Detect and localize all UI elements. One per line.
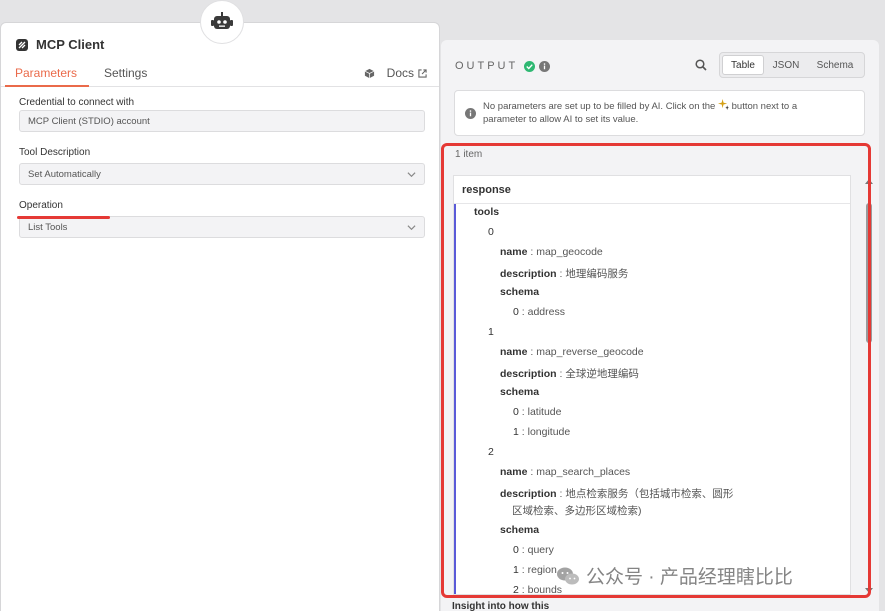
tree-row: schema [500,286,539,298]
tree-row: name : map_geocode [500,246,603,258]
notice-text-1: No parameters are set up to be filled by… [483,101,716,112]
operation-label: Operation [19,200,63,211]
mcp-node-icon [16,38,28,51]
tree-key: description [500,368,557,380]
tab-settings[interactable]: Settings [104,66,147,80]
tree-row: 1 : longitude [513,426,571,438]
item-count: 1 item [455,149,483,160]
tree-value-continued: 区域检索、多边形区域检索) [512,505,642,517]
tree-key: 1 [488,326,494,338]
tree-row: 2 [488,446,494,458]
tree-key: description [500,268,557,280]
info-icon [465,108,476,119]
tree-key: name [500,346,528,358]
tree-row: name : map_reverse_geocode [500,346,644,358]
docs-link[interactable]: Docs [364,66,427,80]
notice-text-2: button next to a [731,101,798,112]
node-title-text: MCP Client [36,37,105,52]
view-switcher: Table JSON Schema [719,52,865,78]
annotation-underline [17,216,110,219]
tree-key: tools [474,206,500,218]
watermark: 公众号 · 产品经理瞎比比 [556,562,793,589]
tree-value: region [527,564,557,576]
tree-value: map_geocode [536,246,603,258]
tree-row: description : 地点检索服务（包括城市检索、圆形 区域检索、多边形区域… [500,488,734,517]
chevron-down-icon [407,225,416,231]
tree-value: map_reverse_geocode [536,346,644,358]
tree-key: schema [500,524,540,536]
table-column-header: response [454,176,850,204]
node-title: MCP Client [15,37,104,52]
cube-icon [364,68,374,78]
search-icon[interactable] [695,59,707,71]
node-tabs: Parameters Settings Docs [1,63,439,87]
tree-value: 地点检索服务（包括城市检索、圆形 [565,488,734,500]
tool-description-value: Set Automatically [28,168,101,180]
view-json-button[interactable]: JSON [764,55,808,75]
tree-row: description : 全球逆地理编码 [500,368,639,380]
tree-row: 0 : query [513,544,554,556]
output-header: OUTPUT [455,60,551,72]
active-tab-underline [5,85,89,87]
output-label: OUTPUT [455,60,519,72]
tree-key: 0 [488,226,494,238]
tree-value: address [527,306,565,318]
tree-key: schema [500,386,540,398]
tree-row: tools [474,206,499,218]
operation-value: List Tools [28,221,68,233]
watermark-text: 公众号 · 产品经理瞎比比 [586,567,793,588]
docs-label: Docs [386,66,414,80]
tree-row: description : 地理编码服务 [500,268,629,280]
tree-row: name : map_search_places [500,466,631,478]
tree-key: name [500,246,528,258]
operation-select[interactable]: List Tools [19,216,425,238]
partially-hidden-text: Insight into how this [452,601,550,611]
tree-row: 0 [488,226,494,238]
info-icon[interactable] [539,60,551,72]
node-parameters-panel: MCP Client Parameters Settings Docs Cred… [0,22,440,611]
sparkles-icon [717,99,729,110]
robot-icon [211,12,233,29]
tree-value: latitude [527,406,562,418]
wechat-icon [557,567,579,584]
tree-key: description [500,488,557,500]
scrollbar-thumb[interactable] [866,203,872,343]
tree-row: 2 : bounds [513,584,563,595]
scroll-down-arrow-icon[interactable] [865,588,873,594]
view-table-button[interactable]: Table [722,55,764,75]
tree-value: map_search_places [536,466,631,478]
tree-key: 2 [488,446,494,458]
tab-parameters[interactable]: Parameters [15,66,77,80]
tool-description-select[interactable]: Set Automatically [19,163,425,185]
output-table: response tools 0 name : map_geocodedescrip… [453,175,851,595]
view-schema-button[interactable]: Schema [808,55,862,75]
notice-line-1: No parameters are set up to be filled by… [483,99,856,113]
ai-parameter-notice: No parameters are set up to be filled by… [454,90,865,136]
tree-value: query [527,544,554,556]
tree-key: schema [500,286,540,298]
tree-value: longitude [527,426,571,438]
tree-row: schema [500,524,539,536]
tree-row: schema [500,386,539,398]
tree-row: 1 : region [513,564,557,576]
tree-value: 地理编码服务 [565,268,629,280]
credential-label: Credential to connect with [19,97,135,108]
tree-row: 1 [488,326,494,338]
credential-select[interactable]: MCP Client (STDIO) account [19,110,425,132]
tree-row: 0 : latitude [513,406,562,418]
credential-value: MCP Client (STDIO) account [28,115,150,127]
tree-key: name [500,466,528,478]
tool-description-label: Tool Description [19,147,91,158]
ai-tool-badge [200,0,244,44]
notice-line-2: parameter to allow AI to set its value. [483,114,639,125]
external-link-icon [418,68,427,78]
tree-row: 0 : address [513,306,565,318]
scroll-up-arrow-icon[interactable] [865,178,873,184]
tree-guide-line [454,204,456,594]
success-check-icon [524,60,536,72]
chevron-down-icon [407,172,416,178]
tree-value: 全球逆地理编码 [565,368,639,380]
